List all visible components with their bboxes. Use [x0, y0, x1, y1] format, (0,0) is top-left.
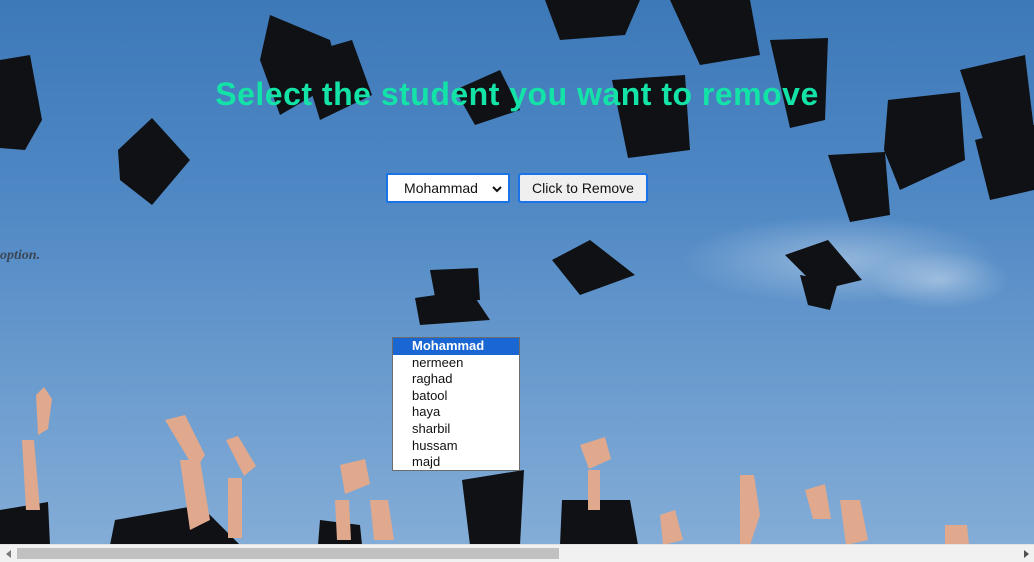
student-select-value: Mohammad	[404, 180, 478, 196]
dropdown-option-sharbil[interactable]: sharbil	[393, 421, 519, 438]
arrow-left-icon[interactable]	[0, 545, 17, 562]
arrow-right-icon[interactable]	[1017, 545, 1034, 562]
dropdown-option-nermeen[interactable]: nermeen	[393, 355, 519, 372]
dropdown-option-hussam[interactable]: hussam	[393, 438, 519, 455]
page-title: Select the student you want to remove	[215, 76, 819, 112]
dropdown-option-batool[interactable]: batool	[393, 388, 519, 405]
remove-button[interactable]: Click to Remove	[518, 173, 648, 203]
dropdown-option-majd[interactable]: majd	[393, 454, 519, 471]
scrollbar-thumb[interactable]	[17, 548, 559, 559]
student-dropdown-list: Mohammad nermeen raghad batool haya shar…	[392, 337, 520, 471]
remove-form: Mohammad Click to Remove	[386, 173, 648, 203]
student-select[interactable]: Mohammad	[386, 173, 510, 203]
side-text: option.	[0, 248, 41, 263]
dropdown-option-haya[interactable]: haya	[393, 404, 519, 421]
dropdown-option-raghad[interactable]: raghad	[393, 371, 519, 388]
horizontal-scrollbar[interactable]	[0, 544, 1034, 562]
dropdown-option-mohammad[interactable]: Mohammad	[393, 338, 519, 355]
chevron-down-icon	[492, 186, 502, 193]
